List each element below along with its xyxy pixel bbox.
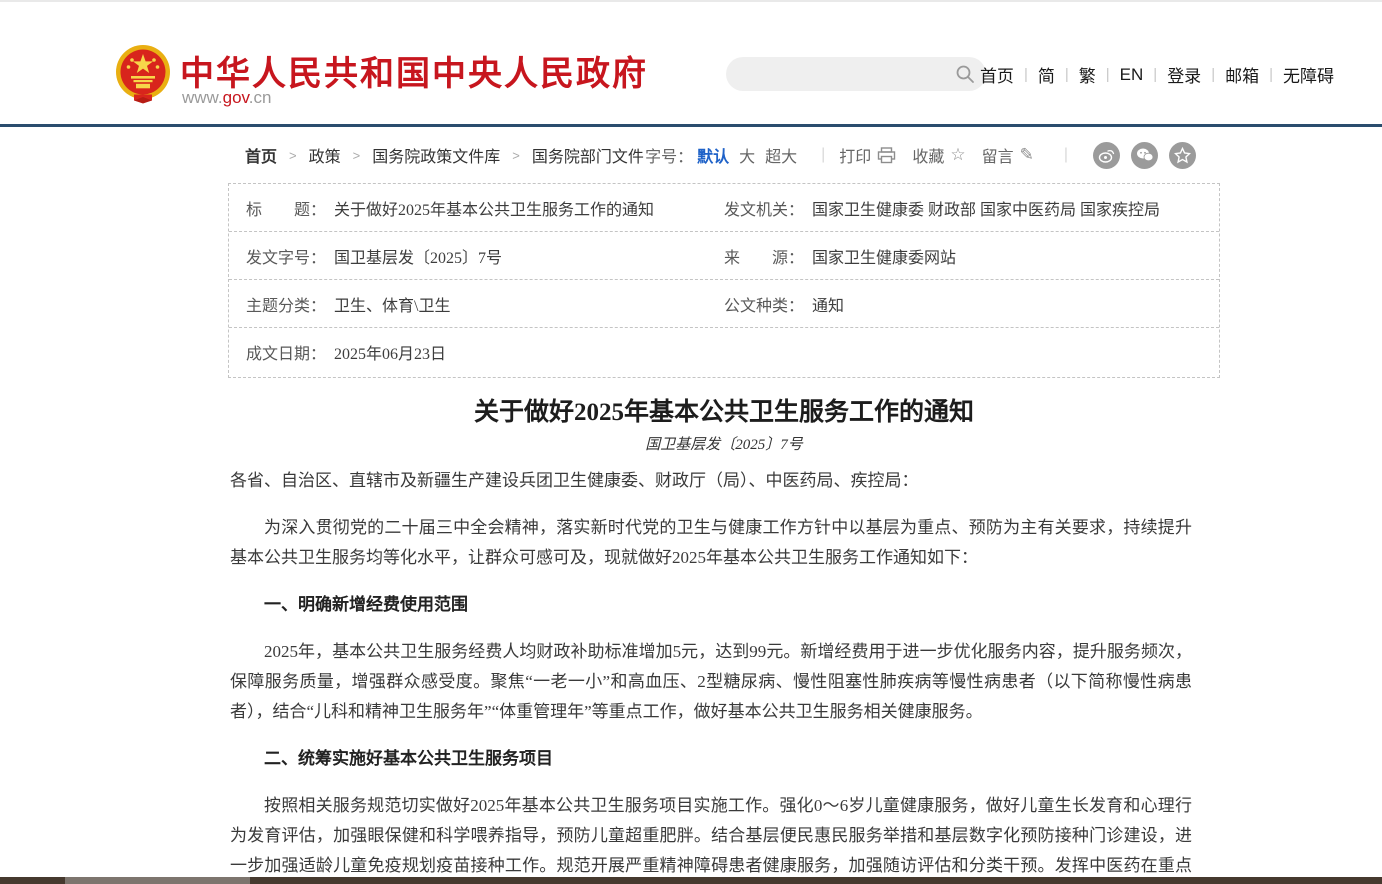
font-size-xlarge[interactable]: 超大 xyxy=(765,143,797,167)
toolbar: 字号： 默认 大 超大 | 打印 收藏 ☆ 留言 xyxy=(645,142,1196,169)
print-button[interactable]: 打印 xyxy=(839,143,896,167)
meta-title-label: 标 题： xyxy=(246,196,326,220)
favorite-label: 收藏 xyxy=(912,143,944,167)
font-size-default[interactable]: 默认 xyxy=(697,143,729,167)
meta-category-value: 卫生、体育\卫生 xyxy=(334,292,450,316)
footer-bar xyxy=(0,877,1382,884)
nav-mail[interactable]: 邮箱 xyxy=(1225,62,1259,87)
meta-category-label: 主题分类： xyxy=(246,292,326,316)
nav-login[interactable]: 登录 xyxy=(1167,62,1201,87)
breadcrumb-home[interactable]: 首页 xyxy=(245,143,277,167)
url-www: www. xyxy=(182,88,223,107)
nav-simplified[interactable]: 简 xyxy=(1038,62,1055,87)
toolbar-divider: | xyxy=(821,146,825,164)
meta-doc-type-value: 通知 xyxy=(812,292,844,316)
site-header: 中华人民共和国中央人民政府 www.gov.cn 首页| 简| 繁| EN| 登… xyxy=(0,2,1382,124)
star-share-icon[interactable] xyxy=(1169,142,1196,169)
meta-doc-type-label: 公文种类： xyxy=(724,292,804,316)
page: 中华人民共和国中央人民政府 www.gov.cn 首页| 简| 繁| EN| 登… xyxy=(0,0,1382,884)
nav-separator: | xyxy=(1065,66,1069,83)
url-gov: gov xyxy=(223,88,249,107)
nav-accessibility[interactable]: 无障碍 xyxy=(1283,62,1334,87)
nav-separator: | xyxy=(1211,66,1215,83)
breadcrumb-department-docs[interactable]: 国务院部门文件 xyxy=(532,143,644,167)
breadcrumb-policy[interactable]: 政策 xyxy=(309,143,341,167)
header-divider xyxy=(0,124,1382,127)
document-body: 各省、自治区、直辖市及新疆生产建设兵团卫生健康委、财政厅（局）、中医药局、疾控局… xyxy=(230,466,1192,884)
meta-title-value: 关于做好2025年基本公共卫生服务工作的通知 xyxy=(334,196,654,220)
nav-english[interactable]: EN xyxy=(1120,65,1144,85)
meta-doc-number-value: 国卫基层发〔2025〕7号 xyxy=(334,244,502,268)
top-nav: 首页 | 简 | 繁 | EN | 登录 | 邮箱 | 无障碍 xyxy=(980,62,1334,87)
toolbar-divider: | xyxy=(1064,146,1068,164)
meta-source-value: 国家卫生健康委网站 xyxy=(812,244,956,268)
section-heading-2: 二、统筹实施好基本公共卫生服务项目 xyxy=(230,744,1192,774)
meta-doc-number-label: 发文字号： xyxy=(246,244,326,268)
printer-icon xyxy=(877,147,896,164)
meta-row-date: 成文日期： 2025年06月23日 xyxy=(229,328,1219,376)
meta-date-value: 2025年06月23日 xyxy=(334,340,446,364)
weibo-icon[interactable] xyxy=(1093,142,1120,169)
nav-traditional[interactable]: 繁 xyxy=(1079,62,1096,87)
breadcrumb-separator: > xyxy=(289,148,297,163)
search-icon[interactable] xyxy=(950,59,980,89)
favorite-button[interactable]: 收藏 ☆ xyxy=(912,143,965,167)
meta-row-title-agency: 标 题： 关于做好2025年基本公共卫生服务工作的通知 发文机关： 国家卫生健康… xyxy=(229,184,1219,232)
nav-separator: | xyxy=(1106,66,1110,83)
section-paragraph-1: 2025年，基本公共卫生服务经费人均财政补助标准增加5元，达到99元。新增经费用… xyxy=(230,637,1192,727)
font-size-label: 字号： xyxy=(645,143,693,167)
breadcrumb-policy-library[interactable]: 国务院政策文件库 xyxy=(372,143,500,167)
meta-row-category-type: 主题分类： 卫生、体育\卫生 公文种类： 通知 xyxy=(229,280,1219,328)
font-size-large[interactable]: 大 xyxy=(739,143,755,167)
meta-date-label: 成文日期： xyxy=(246,340,326,364)
print-label: 打印 xyxy=(839,143,871,167)
nav-separator: | xyxy=(1153,66,1157,83)
nav-separator: | xyxy=(1024,66,1028,83)
star-icon: ☆ xyxy=(950,145,965,165)
meta-issuing-agency-value: 国家卫生健康委 财政部 国家中医药局 国家疾控局 xyxy=(812,196,1160,220)
meta-issuing-agency-label: 发文机关： xyxy=(724,196,804,220)
wechat-icon[interactable] xyxy=(1131,142,1158,169)
site-url: www.gov.cn xyxy=(182,88,271,108)
search-box xyxy=(726,57,986,91)
document-meta-table: 标 题： 关于做好2025年基本公共卫生服务工作的通知 发文机关： 国家卫生健康… xyxy=(228,183,1220,378)
section-heading-1: 一、明确新增经费使用范围 xyxy=(230,590,1192,620)
comment-label: 留言 xyxy=(982,143,1014,167)
breadcrumb-separator: > xyxy=(353,148,361,163)
nav-home[interactable]: 首页 xyxy=(980,62,1014,87)
breadcrumb-toolbar-row: 首页 > 政策 > 国务院政策文件库 > 国务院部门文件 字号： 默认 大 超大… xyxy=(228,140,1220,170)
section-paragraph-2: 按照相关服务规范切实做好2025年基本公共卫生服务项目实施工作。强化0～6岁儿童… xyxy=(230,791,1192,884)
national-emblem-icon xyxy=(114,44,172,104)
meta-source-label: 来 源： xyxy=(724,244,804,268)
url-cn: .cn xyxy=(249,88,272,107)
scrollbar-thumb[interactable] xyxy=(65,877,250,884)
salutation-paragraph: 各省、自治区、直辖市及新疆生产建设兵团卫生健康委、财政厅（局）、中医药局、疾控局… xyxy=(230,466,1192,496)
breadcrumb-separator: > xyxy=(512,148,520,163)
nav-separator: | xyxy=(1269,66,1273,83)
meta-row-docnum-source: 发文字号： 国卫基层发〔2025〕7号 来 源： 国家卫生健康委网站 xyxy=(229,232,1219,280)
pencil-icon: ✎ xyxy=(1020,145,1034,165)
search-input[interactable] xyxy=(726,59,950,89)
comment-button[interactable]: 留言 ✎ xyxy=(982,143,1034,167)
document-number: 国卫基层发〔2025〕7号 xyxy=(228,433,1220,454)
intro-paragraph: 为深入贯彻党的二十届三中全会精神，落实新时代党的卫生与健康工作方针中以基层为重点… xyxy=(230,513,1192,573)
document-title: 关于做好2025年基本公共卫生服务工作的通知 xyxy=(228,392,1220,428)
breadcrumb: 首页 > 政策 > 国务院政策文件库 > 国务院部门文件 xyxy=(245,143,644,167)
